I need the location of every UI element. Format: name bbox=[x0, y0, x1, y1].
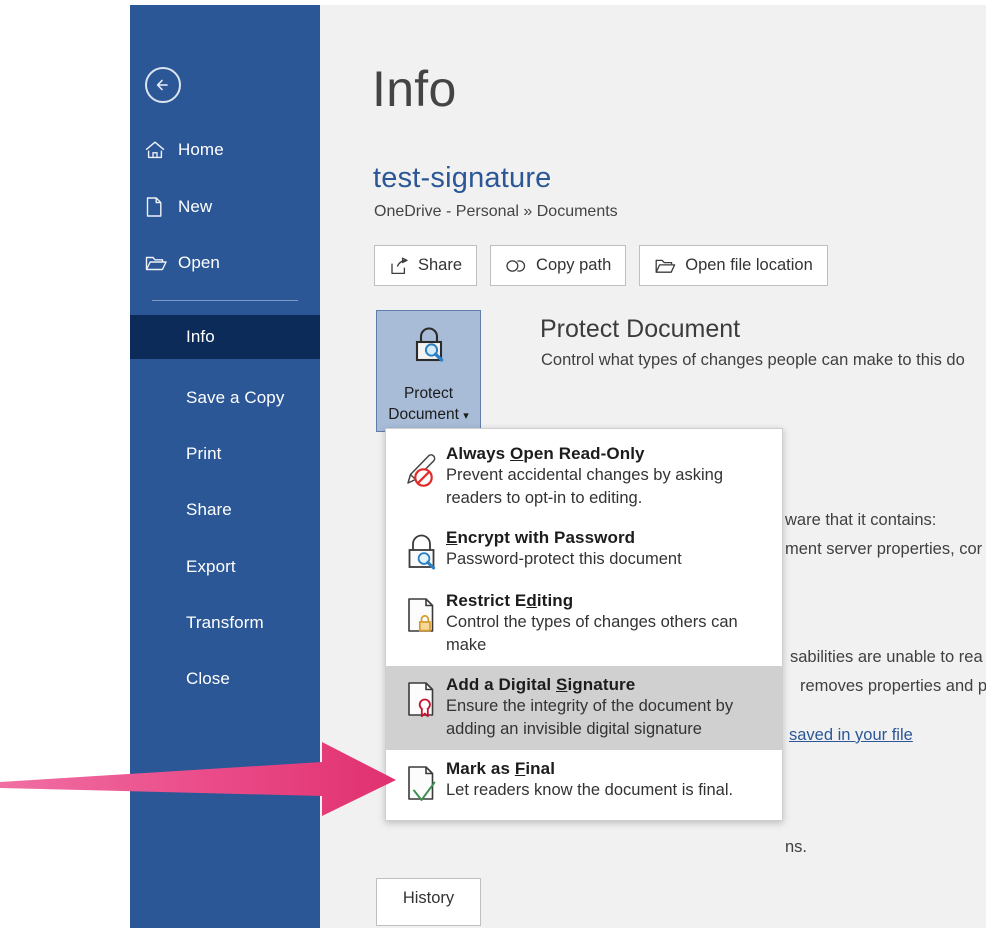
inspect-document-text-fragment: ware that it contains: bbox=[785, 511, 937, 529]
sidebar-item-print[interactable]: Print bbox=[130, 432, 320, 476]
protect-document-heading: Protect Document bbox=[540, 315, 741, 343]
protect-document-description: Control what types of changes people can… bbox=[541, 351, 965, 369]
folder-icon bbox=[654, 257, 676, 275]
sidebar-item-label: Open bbox=[178, 253, 220, 272]
breadcrumb: OneDrive - Personal » Documents bbox=[374, 203, 618, 220]
lock-magnifier-icon bbox=[407, 324, 451, 375]
sidebar-item-save-a-copy[interactable]: Save a Copy bbox=[130, 376, 320, 420]
sidebar-item-share[interactable]: Share bbox=[130, 488, 320, 532]
menu-item-subtitle: Ensure the integrity of the document by … bbox=[446, 697, 734, 738]
open-folder-icon bbox=[144, 253, 178, 273]
inspect-document-text-fragment: ment server properties, cor bbox=[785, 540, 983, 558]
open-file-location-button[interactable]: Open file location bbox=[639, 245, 828, 286]
protect-document-menu: Always Open Read-Only Prevent accidental… bbox=[385, 428, 783, 821]
protect-document-button[interactable]: Protect Document ▾ bbox=[376, 310, 481, 432]
action-label: Share bbox=[418, 256, 463, 274]
sidebar-item-label: Save a Copy bbox=[186, 388, 285, 407]
sidebar-item-label: Share bbox=[186, 500, 232, 519]
backstage-sidebar: Home New Open Info Save a Copy Print Sha… bbox=[130, 5, 320, 928]
protect-label-line2: Document bbox=[388, 406, 459, 423]
sidebar-item-label: Home bbox=[178, 140, 224, 159]
menu-item-title: Mark as Final bbox=[446, 759, 556, 778]
sidebar-item-close[interactable]: Close bbox=[130, 657, 320, 701]
menu-item-encrypt-with-password[interactable]: Encrypt with Password Password-protect t… bbox=[386, 519, 782, 582]
history-button-label: History bbox=[402, 889, 455, 907]
properties-text-fragment: ns. bbox=[785, 838, 808, 856]
sidebar-item-label: Close bbox=[186, 669, 230, 688]
copy-path-button[interactable]: Copy path bbox=[490, 245, 627, 286]
sidebar-item-label: Info bbox=[186, 327, 215, 346]
menu-item-subtitle: Let readers know the document is final. bbox=[446, 781, 734, 799]
sidebar-item-info[interactable]: Info bbox=[130, 315, 320, 359]
sidebar-item-label: Transform bbox=[186, 613, 264, 632]
menu-item-restrict-editing[interactable]: Restrict Editing Control the types of ch… bbox=[386, 582, 782, 666]
menu-item-subtitle: Password-protect this document bbox=[446, 550, 682, 568]
version-history-button[interactable]: History bbox=[376, 878, 481, 926]
sidebar-divider bbox=[152, 300, 298, 301]
menu-item-mark-as-final[interactable]: Mark as Final Let readers know the docum… bbox=[386, 750, 782, 813]
new-document-icon bbox=[144, 196, 178, 218]
word-backstage-info-screen: Home New Open Info Save a Copy Print Sha… bbox=[0, 0, 986, 928]
file-actions-row: Share Copy path Open file location bbox=[374, 245, 828, 286]
accessibility-text-fragment: removes properties and p bbox=[800, 677, 986, 695]
menu-item-always-open-read-only[interactable]: Always Open Read-Only Prevent accidental… bbox=[386, 435, 782, 519]
link-icon bbox=[505, 258, 527, 274]
document-name: test-signature bbox=[373, 162, 552, 194]
home-icon bbox=[144, 140, 178, 160]
accessibility-text-fragment: sabilities are unable to rea bbox=[790, 648, 983, 666]
document-lock-icon bbox=[400, 591, 444, 657]
menu-item-title: Always Open Read-Only bbox=[446, 444, 645, 463]
lock-magnifier-icon bbox=[400, 528, 444, 573]
sidebar-item-label: New bbox=[178, 197, 213, 216]
share-button[interactable]: Share bbox=[374, 245, 478, 286]
version-history-link-fragment[interactable]: saved in your file bbox=[789, 726, 913, 745]
document-check-icon bbox=[400, 759, 444, 804]
sidebar-item-home[interactable]: Home bbox=[130, 132, 320, 168]
sidebar-item-label: Print bbox=[186, 444, 222, 463]
document-signature-seal-icon bbox=[400, 675, 444, 741]
action-label: Copy path bbox=[536, 256, 612, 274]
menu-item-add-a-digital-signature[interactable]: Add a Digital Signature Ensure the integ… bbox=[386, 666, 782, 750]
back-arrow-circle-icon[interactable] bbox=[145, 67, 181, 103]
menu-item-title: Add a Digital Signature bbox=[446, 675, 636, 694]
sidebar-item-open[interactable]: Open bbox=[130, 245, 320, 281]
sidebar-item-transform[interactable]: Transform bbox=[130, 601, 320, 645]
menu-item-subtitle: Prevent accidental changes by asking rea… bbox=[446, 466, 724, 507]
protect-document-button-label: Protect Document ▾ bbox=[388, 383, 469, 427]
action-label: Open file location bbox=[685, 256, 813, 274]
share-icon bbox=[389, 257, 409, 275]
menu-item-subtitle: Control the types of changes others can … bbox=[446, 613, 738, 654]
menu-item-title: Encrypt with Password bbox=[446, 528, 636, 547]
chevron-down-icon: ▾ bbox=[463, 410, 469, 422]
sidebar-item-new[interactable]: New bbox=[130, 189, 320, 225]
pencil-no-entry-icon bbox=[400, 444, 444, 510]
menu-item-title: Restrict Editing bbox=[446, 591, 574, 610]
sidebar-item-export[interactable]: Export bbox=[130, 545, 320, 589]
page-title: Info bbox=[372, 61, 457, 117]
protect-label-line1: Protect bbox=[403, 385, 454, 402]
sidebar-item-label: Export bbox=[186, 557, 236, 576]
